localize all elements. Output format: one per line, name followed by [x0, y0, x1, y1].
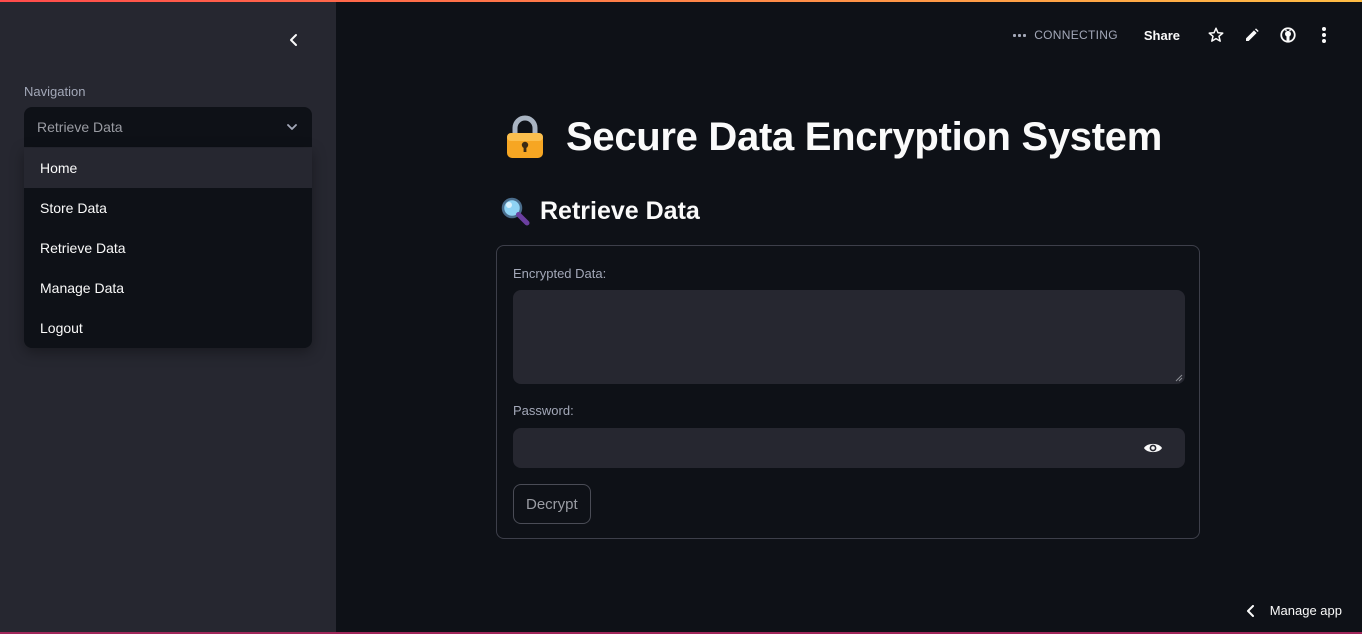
password-input[interactable] — [525, 440, 1125, 456]
navigation-label: Navigation — [24, 84, 86, 99]
top-decoration-line — [0, 0, 1362, 2]
navigation-select-value: Retrieve Data — [37, 119, 123, 135]
chevron-down-icon — [287, 124, 297, 130]
chevron-left-icon — [290, 34, 297, 46]
retrieve-form: Encrypted Data: Password: Decrypt — [496, 245, 1200, 539]
password-label: Password: — [513, 403, 574, 418]
encrypted-data-label: Encrypted Data: — [513, 266, 607, 281]
dropdown-option-logout[interactable]: Logout — [24, 308, 312, 348]
connection-status: CONNECTING — [1013, 28, 1118, 42]
section-subheader-text: Retrieve Data — [540, 196, 700, 225]
encrypted-data-textarea[interactable] — [513, 290, 1185, 384]
pencil-icon[interactable] — [1243, 26, 1261, 44]
lock-icon — [507, 115, 543, 158]
share-button[interactable]: Share — [1144, 28, 1180, 43]
show-password-eye-icon[interactable] — [1143, 438, 1163, 458]
decrypt-button[interactable]: Decrypt — [513, 484, 591, 524]
navigation-dropdown: Home Store Data Retrieve Data Manage Dat… — [24, 148, 312, 348]
collapse-sidebar-button[interactable] — [280, 26, 308, 54]
manage-app-button[interactable]: Manage app — [1246, 603, 1342, 618]
status-dots-icon — [1013, 33, 1027, 37]
dropdown-option-manage-data[interactable]: Manage Data — [24, 268, 312, 308]
dropdown-option-home[interactable]: Home — [24, 148, 312, 188]
section-subheader: Retrieve Data — [500, 196, 700, 226]
manage-app-label: Manage app — [1269, 603, 1342, 618]
magnifier-icon — [501, 197, 530, 226]
resize-grip-icon[interactable] — [1175, 374, 1183, 382]
star-icon[interactable] — [1207, 26, 1225, 44]
dropdown-option-retrieve-data[interactable]: Retrieve Data — [24, 228, 312, 268]
connection-status-text: CONNECTING — [1034, 28, 1118, 42]
dropdown-option-store-data[interactable]: Store Data — [24, 188, 312, 228]
github-icon[interactable] — [1279, 26, 1297, 44]
header-toolbar: CONNECTING Share — [1013, 22, 1342, 48]
sidebar: Navigation Retrieve Data Home Store Data… — [0, 0, 336, 634]
navigation-select[interactable]: Retrieve Data — [24, 107, 312, 147]
chevron-left-icon — [1246, 604, 1254, 617]
more-vert-icon[interactable] — [1315, 26, 1333, 44]
password-field[interactable] — [513, 428, 1185, 468]
page-title-text: Secure Data Encryption System — [566, 114, 1162, 159]
page-title: Secure Data Encryption System — [504, 114, 1162, 160]
